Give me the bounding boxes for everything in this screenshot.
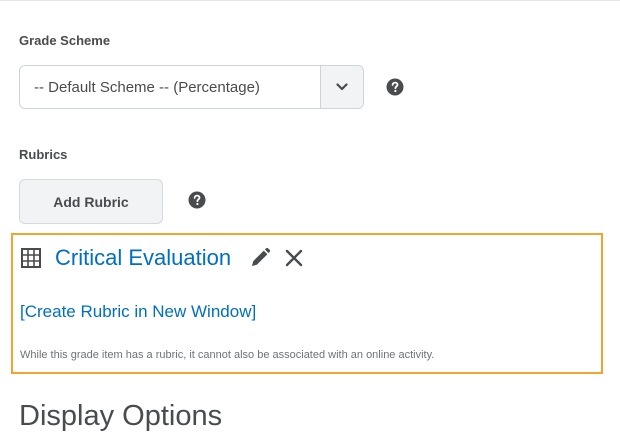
rubric-grid-icon <box>21 248 41 268</box>
create-rubric-new-window-link[interactable]: [Create Rubric in New Window] <box>20 302 256 322</box>
rubric-note: While this grade item has a rubric, it c… <box>20 349 435 361</box>
grade-scheme-select[interactable]: -- Default Scheme -- (Percentage) <box>19 65 364 109</box>
edit-pencil-icon[interactable] <box>249 247 271 269</box>
grade-scheme-dropdown-toggle[interactable] <box>320 66 363 108</box>
attached-rubric-panel: Critical Evaluation [Create Rubric in Ne… <box>11 233 603 374</box>
top-divider <box>0 0 620 1</box>
rubrics-help-icon[interactable] <box>188 191 206 209</box>
rubric-title-row: Critical Evaluation <box>21 245 317 271</box>
rubrics-label: Rubrics <box>19 147 68 162</box>
chevron-down-icon <box>336 83 348 91</box>
rubric-name-link[interactable]: Critical Evaluation <box>55 245 231 271</box>
remove-x-icon[interactable] <box>283 247 305 269</box>
display-options-heading: Display Options <box>19 400 223 432</box>
grade-item-form: Grade Scheme -- Default Scheme -- (Perce… <box>0 0 620 444</box>
grade-scheme-help-icon[interactable] <box>386 78 404 96</box>
grade-scheme-selected-value: -- Default Scheme -- (Percentage) <box>34 78 260 96</box>
add-rubric-button[interactable]: Add Rubric <box>19 179 163 224</box>
grade-scheme-label: Grade Scheme <box>19 33 111 48</box>
